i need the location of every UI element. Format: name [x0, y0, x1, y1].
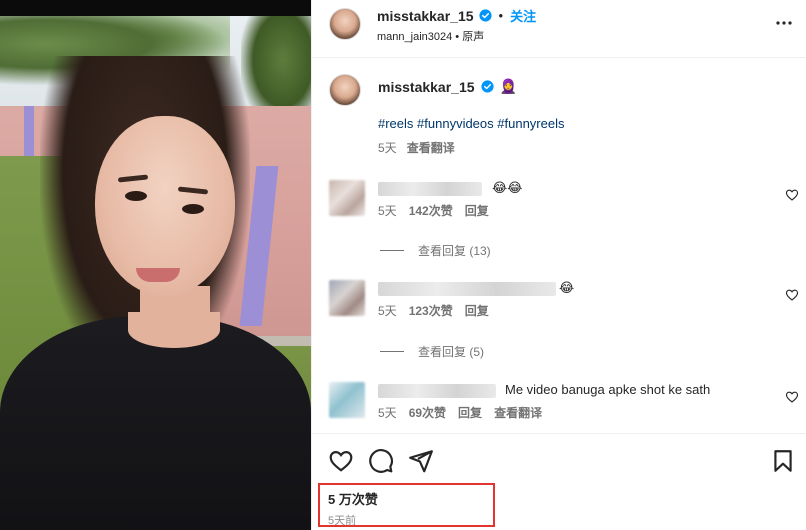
view-replies-button[interactable]: 查看回复 (13): [380, 242, 491, 259]
post-action-bar: [312, 433, 806, 481]
view-replies-label: 查看回复 (5): [418, 345, 485, 359]
share-icon[interactable]: [408, 448, 434, 474]
comment-likes[interactable]: 142次赞: [409, 202, 453, 219]
audio-subline[interactable]: mann_jain3024 • 原声: [377, 28, 484, 44]
heart-icon[interactable]: [785, 288, 799, 302]
video-frame: [0, 16, 311, 530]
commenter-avatar[interactable]: [329, 280, 365, 316]
hashtag-link[interactable]: #funnyvideos: [417, 116, 497, 131]
instagram-post-view: misstakkar_15 • 关注 mann_jain3024 • 原声 mi…: [0, 0, 806, 530]
commenter-name-blurred[interactable]: [378, 182, 482, 196]
author-username[interactable]: misstakkar_15: [377, 8, 474, 24]
post-header: misstakkar_15 • 关注 mann_jain3024 • 原声: [312, 0, 806, 58]
comment-icon[interactable]: [368, 448, 394, 474]
comment-item: 😂 5天 123次赞 回复: [329, 280, 799, 320]
comment-meta: 5天 123次赞 回复: [378, 302, 489, 319]
reply-button[interactable]: 回复: [465, 302, 489, 319]
separator-dot: •: [498, 8, 504, 23]
reply-button[interactable]: 回复: [465, 202, 489, 219]
likes-count[interactable]: 5 万次赞: [328, 489, 378, 508]
reply-button[interactable]: 回复: [458, 404, 482, 421]
commenter-avatar[interactable]: [329, 382, 365, 418]
comment-text: Me video banuga apke shot ke sath: [505, 382, 711, 397]
bookmark-icon[interactable]: [770, 448, 796, 474]
see-translation-button[interactable]: 查看翻译: [407, 139, 455, 156]
reel-video[interactable]: [0, 0, 311, 530]
hashtag-link[interactable]: #funnyreels: [497, 116, 564, 131]
heart-icon[interactable]: [785, 188, 799, 202]
post-details-panel: misstakkar_15 • 关注 mann_jain3024 • 原声 mi…: [311, 0, 806, 530]
heart-icon[interactable]: [785, 390, 799, 404]
caption-emoji: 🧕: [499, 78, 517, 94]
caption-age: 5天: [378, 141, 397, 155]
heart-icon[interactable]: [328, 448, 354, 474]
comment-age: 5天: [378, 204, 397, 218]
verified-icon: [478, 9, 492, 22]
see-translation-button[interactable]: 查看翻译: [494, 404, 542, 421]
caption-username[interactable]: misstakkar_15: [378, 79, 475, 95]
comment-meta: 5天 69次赞 回复 查看翻译: [378, 404, 542, 421]
commenter-name-blurred[interactable]: [378, 282, 556, 296]
caption-meta: 5天 查看翻译: [378, 139, 455, 156]
hashtag-link[interactable]: #reels: [378, 116, 417, 131]
more-icon[interactable]: [775, 14, 793, 32]
comment-likes[interactable]: 123次赞: [409, 302, 453, 319]
comment-item: 😂😂 5天 142次赞 回复: [329, 180, 799, 220]
comment-age: 5天: [378, 304, 397, 318]
comment-likes[interactable]: 69次赞: [409, 404, 446, 421]
comment-meta: 5天 142次赞 回复: [378, 202, 489, 219]
comment-age: 5天: [378, 406, 397, 420]
comment-text: 😂😂: [492, 180, 523, 195]
caption-hashtags: #reels #funnyvideos #funnyreels: [378, 116, 564, 131]
follow-button[interactable]: 关注: [510, 6, 536, 25]
view-replies-button[interactable]: 查看回复 (5): [380, 343, 484, 360]
comment-text: 😂: [559, 280, 575, 295]
view-replies-label: 查看回复 (13): [418, 244, 491, 258]
commenter-name-blurred[interactable]: [378, 384, 496, 398]
author-avatar[interactable]: [329, 8, 361, 40]
post-time[interactable]: 5天前: [328, 512, 356, 528]
caption-author-avatar[interactable]: [329, 74, 361, 106]
video-top-bar: [0, 0, 311, 16]
comment-item: Me video banuga apke shot ke sath 5天 69次…: [329, 382, 799, 422]
commenter-avatar[interactable]: [329, 180, 365, 216]
verified-icon: [480, 80, 494, 93]
